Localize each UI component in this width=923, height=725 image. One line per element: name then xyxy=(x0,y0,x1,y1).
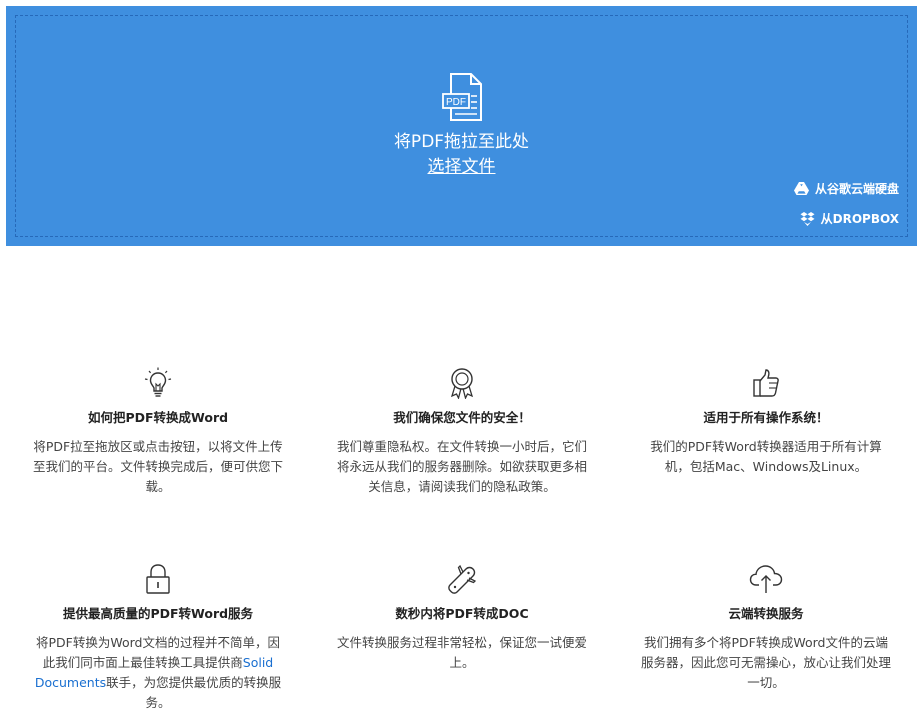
svg-text:PDF: PDF xyxy=(446,97,466,108)
feature-description: 将PDF拉至拖放区或点击按钮，以将文件上传至我们的平台。文件转换完成后，便可供您… xyxy=(33,439,284,494)
google-drive-button[interactable]: 从谷歌云端硬盘 xyxy=(793,180,899,197)
google-drive-icon xyxy=(793,182,809,195)
dropbox-label: 从DROPBOX xyxy=(820,212,899,226)
google-drive-label: 从谷歌云端硬盘 xyxy=(814,182,899,196)
file-dropzone[interactable]: PDF 将PDF拖拉至此处 选择文件 从谷歌云端硬盘 从DROPBOX xyxy=(6,6,917,246)
feature-security: 我们确保您文件的安全！ 我们尊重隐私权。在文件转换一小时后，它们将永远从我们的服… xyxy=(337,366,587,497)
drop-instruction: 将PDF拖拉至此处 xyxy=(393,132,530,152)
dropbox-button[interactable]: 从DROPBOX xyxy=(800,210,899,227)
feature-all-os: 适用于所有操作系统！ 我们的PDF转Word转换器适用于所有计算机，包括Mac、… xyxy=(641,366,891,477)
dropzone-dashed-border xyxy=(15,15,908,237)
feature-title: 适用于所有操作系统！ xyxy=(703,410,829,425)
feature-description: 将PDF转换为Word文档的过程并不简单，因此我们同市面上最佳转换工具提供商So… xyxy=(34,635,282,710)
lock-icon xyxy=(146,564,170,594)
award-icon xyxy=(450,368,474,399)
dropbox-icon xyxy=(800,211,815,226)
feature-description: 我们的PDF转Word转换器适用于所有计算机，包括Mac、Windows及Lin… xyxy=(650,439,882,474)
feature-description: 文件转换服务过程非常轻松，保证您一试便爱上。 xyxy=(337,635,588,670)
feature-description: 我们拥有多个将PDF转换成Word文件的云端服务器，因此您可无需操心，放心让我们… xyxy=(641,635,892,690)
feature-title: 我们确保您文件的安全！ xyxy=(393,410,531,425)
pdf-file-icon: PDF xyxy=(442,73,482,121)
lightbulb-icon xyxy=(144,367,172,397)
feature-title: 提供最高质量的PDF转Word服务 xyxy=(62,606,254,621)
choose-file-link[interactable]: 选择文件 xyxy=(428,157,496,177)
feature-title: 数秒内将PDF转成DOC xyxy=(395,606,529,621)
cloud-upload-icon xyxy=(749,565,783,593)
feature-quality: 提供最高质量的PDF转Word服务 将PDF转换为Word文档的过程并不简单，因… xyxy=(33,562,283,713)
swiss-knife-icon xyxy=(448,564,477,594)
feature-description: 我们尊重隐私权。在文件转换一小时后，它们将永远从我们的服务器删除。如欲获取更多相… xyxy=(337,439,588,494)
thumbs-up-icon xyxy=(753,369,779,397)
feature-how-to-convert: 如何把PDF转换成Word 将PDF拉至拖放区或点击按钮，以将文件上传至我们的平… xyxy=(33,366,283,497)
feature-title: 如何把PDF转换成Word xyxy=(87,410,229,425)
feature-cloud-service: 云端转换服务 我们拥有多个将PDF转换成Word文件的云端服务器，因此您可无需操… xyxy=(641,562,891,693)
feature-fast-conversion: 数秒内将PDF转成DOC 文件转换服务过程非常轻松，保证您一试便爱上。 xyxy=(337,562,587,673)
feature-title: 云端转换服务 xyxy=(728,606,804,621)
choose-file-link-wrap: 选择文件 xyxy=(6,155,917,179)
